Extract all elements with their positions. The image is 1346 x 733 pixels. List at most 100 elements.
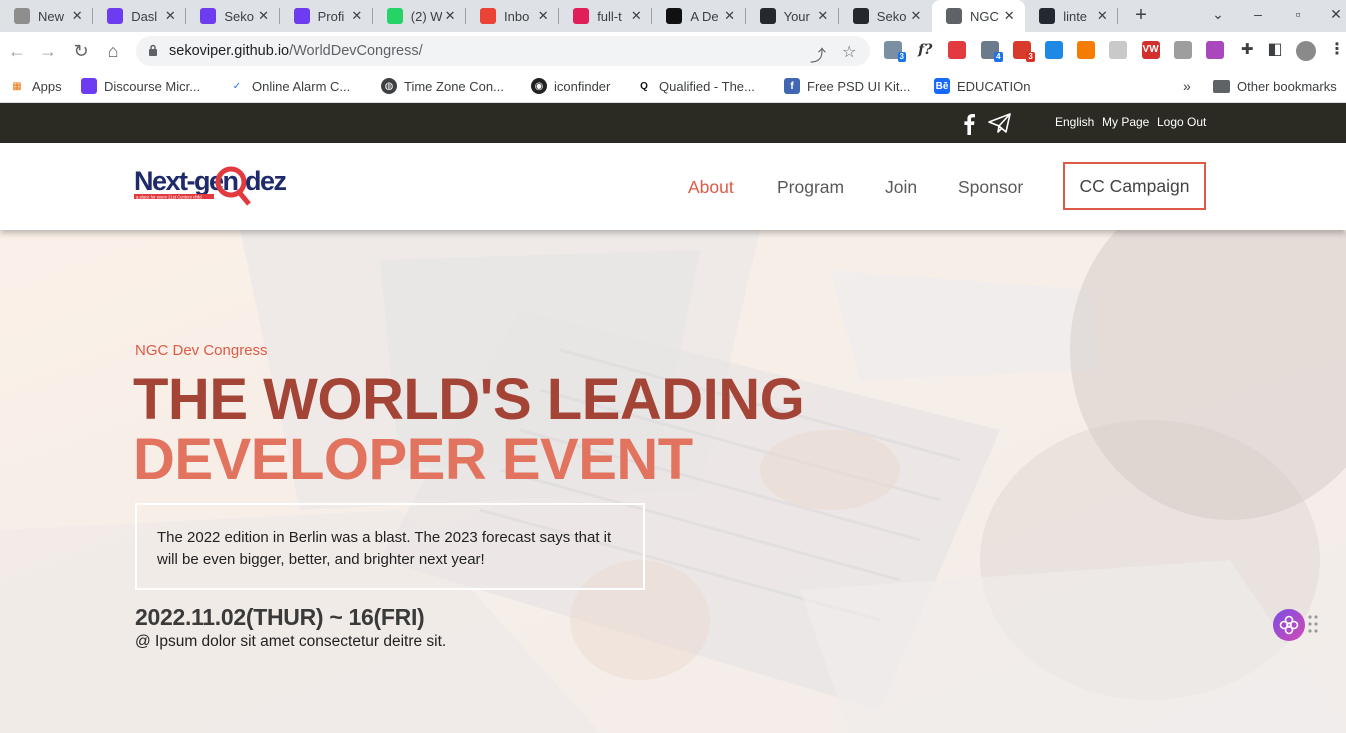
tab-1[interactable]: New ✕ (0, 0, 94, 32)
bookmark-1[interactable]: ▦ Apps (9, 76, 62, 96)
close-window-button[interactable]: ✕ (1326, 6, 1346, 23)
tab-close-icon[interactable]: ✕ (442, 8, 458, 24)
tab-close-icon[interactable]: ✕ (69, 8, 85, 24)
tab-10[interactable]: Seko ✕ (839, 0, 932, 32)
back-button[interactable]: ← (6, 40, 28, 62)
vw-extension-icon[interactable]: VW (1141, 41, 1160, 59)
flower-icon (1279, 615, 1299, 635)
bookmark-7[interactable]: f Free PSD UI Kit... (784, 76, 910, 96)
tab-12[interactable]: linte ✕ (1025, 0, 1119, 32)
tab-8[interactable]: A De ✕ (652, 0, 746, 32)
tab-close-icon[interactable]: ✕ (256, 8, 272, 24)
my-page-link[interactable]: My Page (1102, 115, 1149, 129)
site-header: Next-gen dez a place for every 21st Cent… (0, 143, 1346, 230)
paper-plane-extension-icon[interactable] (1045, 41, 1063, 59)
tab-close-icon[interactable]: ✕ (722, 8, 738, 24)
nav-sponsor[interactable]: Sponsor (958, 177, 1023, 198)
logout-link[interactable]: Logo Out (1157, 115, 1206, 129)
minimize-button[interactable]: – (1248, 6, 1268, 22)
browser-tab-strip: New ✕ Dasl ✕ Seko ✕ Profi ✕ (2) W ✕ Inbo ✕ full-t ✕ A … (0, 0, 1346, 32)
gmail-icon (480, 8, 496, 24)
bookmark-6[interactable]: Q Qualified - The... (636, 76, 755, 96)
hashnode-icon (107, 8, 124, 24)
tab-6[interactable]: Inbo ✕ (466, 0, 560, 32)
page-extension-icon[interactable] (1109, 41, 1128, 59)
font-ninja-icon[interactable]: f? (916, 41, 934, 59)
extension-label: VW (1142, 44, 1159, 55)
tab-close-icon[interactable]: ✕ (815, 8, 831, 24)
bookmark-8[interactable]: Bē EDUCATIOn (934, 76, 1030, 96)
forward-button[interactable]: → (37, 40, 59, 62)
color-wheel-extension-icon[interactable] (1206, 41, 1224, 59)
tab-4[interactable]: Profi ✕ (280, 0, 373, 32)
tab-close-icon[interactable]: ✕ (535, 8, 551, 24)
flag-extension-icon[interactable]: 4 (980, 41, 1003, 62)
new-tab-button[interactable]: + (1130, 4, 1152, 26)
maximize-button[interactable]: ▫ (1288, 6, 1308, 22)
extension-label: f? (918, 42, 933, 58)
tab-label: linte (1063, 8, 1088, 24)
lips-extension-icon[interactable] (948, 41, 967, 59)
tab-11[interactable]: NGC ✕ (932, 0, 1026, 32)
slack-icon (573, 8, 590, 24)
tab-close-icon[interactable]: ✕ (1001, 8, 1017, 24)
tab-label: Seko (224, 8, 255, 24)
bookmark-label: Time Zone Con... (404, 78, 504, 94)
ya-extension-icon[interactable] (1077, 41, 1096, 59)
discourse-icon (81, 78, 97, 94)
reload-button[interactable]: ↻ (70, 40, 92, 62)
tab-close-icon[interactable]: ✕ (908, 8, 924, 24)
tab-close-icon[interactable]: ✕ (349, 8, 365, 24)
hashnode-icon (293, 8, 310, 24)
nav-join[interactable]: Join (885, 177, 917, 198)
tab-3[interactable]: Seko ✕ (186, 0, 280, 32)
profile-avatar[interactable] (1296, 41, 1316, 61)
tab-2[interactable]: Dasl ✕ (93, 0, 187, 32)
c-bracket-extension-icon[interactable] (1173, 41, 1192, 59)
tab-search-icon[interactable]: ⌄ (1208, 6, 1228, 23)
lock-icon[interactable] (148, 44, 158, 56)
site-topbar: English My Page Logo Out (0, 103, 1346, 143)
puzzle-extensions-icon[interactable]: ✚ (1238, 41, 1256, 59)
grid-extension-icon[interactable]: 3 (1012, 41, 1035, 62)
bookmarks-overflow-button[interactable]: » (1183, 76, 1191, 96)
side-panel-icon[interactable]: ◧ (1266, 41, 1284, 59)
extension-badge: 3 (1026, 52, 1035, 62)
facebook-icon[interactable] (962, 113, 976, 135)
nav-program[interactable]: Program (777, 177, 844, 198)
menu-kebab-icon[interactable]: ⋮ (1328, 41, 1346, 59)
home-button[interactable]: ⌂ (102, 40, 124, 62)
tab-label: NGC (970, 8, 999, 24)
bookmark-label: Apps (32, 78, 62, 94)
floating-assistant-button[interactable] (1273, 609, 1305, 641)
bookmark-3[interactable]: ✓ Online Alarm C... (229, 76, 350, 96)
tab-5[interactable]: (2) W ✕ (373, 0, 466, 32)
tab-7[interactable]: full-t ✕ (559, 0, 653, 32)
tab-close-icon[interactable]: ✕ (162, 8, 178, 24)
tab-9[interactable]: Your ✕ (746, 0, 839, 32)
tab-label: New (38, 8, 65, 24)
bookmark-label: Online Alarm C... (252, 78, 351, 94)
other-bookmarks-folder[interactable]: Other bookmarks (1213, 76, 1337, 96)
chatgpt-icon (14, 8, 30, 24)
cc-campaign-button[interactable]: CC Campaign (1063, 162, 1206, 210)
bookmark-label: Free PSD UI Kit... (807, 78, 911, 94)
site-logo[interactable]: Next-gen dez a place for every 21st Cent… (134, 161, 286, 211)
telegram-icon[interactable] (988, 113, 1012, 133)
tab-close-icon[interactable]: ✕ (1094, 8, 1110, 24)
bookmark-star-icon[interactable]: ☆ (842, 42, 856, 62)
bookmark-4[interactable]: ◍ Time Zone Con... (381, 76, 504, 96)
mail-extension-icon[interactable]: 3 (884, 41, 906, 62)
share-icon[interactable]: ⤴ (810, 42, 826, 66)
language-link[interactable]: English (1055, 115, 1094, 129)
url-text[interactable]: sekoviper.github.io/WorldDevCongress/ (169, 43, 423, 59)
tab-close-icon[interactable]: ✕ (628, 8, 644, 24)
webpage: English My Page Logo Out Next-gen dez a … (0, 103, 1346, 733)
address-bar[interactable]: sekoviper.github.io/WorldDevCongress/ ⤴ … (136, 36, 870, 66)
bookmark-label: iconfinder (554, 78, 611, 94)
drag-handle-icon[interactable] (1308, 615, 1318, 633)
nav-about[interactable]: About (688, 177, 734, 198)
bookmark-2[interactable]: Discourse Micr... (81, 76, 200, 96)
bookmark-5[interactable]: ◉ iconfinder (531, 76, 610, 96)
qualified-icon: Q (640, 80, 648, 92)
